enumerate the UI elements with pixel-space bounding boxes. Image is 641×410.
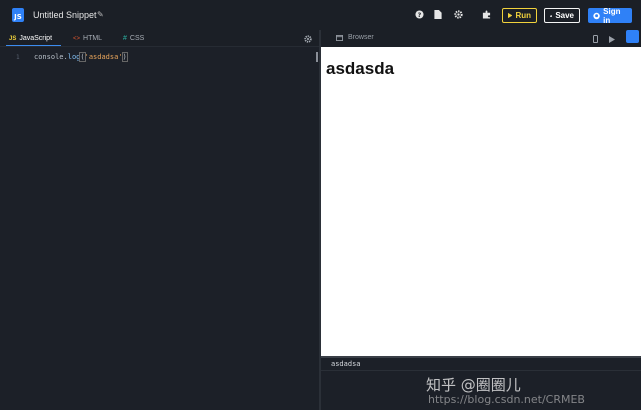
sign-in-button[interactable]: Sign in bbox=[588, 6, 632, 25]
code-editor[interactable]: 1 console.log('asdadsa') bbox=[0, 48, 319, 410]
play-icon bbox=[508, 12, 513, 19]
app-logo[interactable]: JS bbox=[12, 8, 24, 22]
save-button[interactable]: Save bbox=[544, 8, 580, 23]
js-icon: JS bbox=[9, 35, 17, 42]
browser-tab: Browser bbox=[336, 34, 374, 41]
help-icon[interactable]: ? bbox=[414, 9, 424, 19]
browser-preview[interactable]: asdasda bbox=[321, 47, 641, 356]
save-label: Save bbox=[555, 11, 574, 20]
run-preview-icon[interactable] bbox=[607, 34, 617, 44]
watermark: 知乎 @圈圈儿 bbox=[426, 376, 521, 394]
preview-heading: asdasda bbox=[326, 59, 395, 78]
code-line[interactable]: console.log('asdadsa') bbox=[34, 52, 128, 62]
tab-label: JavaScript bbox=[19, 35, 53, 42]
console-output: asdadsa bbox=[331, 360, 361, 368]
active-tab-indicator bbox=[6, 45, 61, 46]
edit-title-icon[interactable]: ✎ bbox=[97, 10, 104, 19]
puzzle-icon[interactable] bbox=[481, 9, 491, 19]
github-icon bbox=[593, 12, 600, 19]
editor-settings-icon[interactable] bbox=[303, 34, 313, 44]
browser-label: Browser bbox=[348, 34, 374, 41]
logo-text: JS bbox=[14, 13, 22, 21]
tab-html[interactable]: <> HTML bbox=[73, 30, 102, 47]
file-icon[interactable] bbox=[433, 9, 443, 19]
gear-icon[interactable] bbox=[453, 9, 463, 19]
mobile-view-icon[interactable] bbox=[590, 34, 600, 44]
floating-widget-icon[interactable] bbox=[626, 30, 639, 43]
run-label: Run bbox=[515, 11, 531, 20]
run-button[interactable]: Run bbox=[502, 8, 537, 23]
svg-text:?: ? bbox=[417, 11, 421, 18]
snippet-title[interactable]: Untitled Snippet bbox=[33, 10, 97, 20]
watermark-url: https://blog.csdn.net/CRMEB bbox=[428, 393, 585, 406]
line-number: 1 bbox=[16, 54, 20, 61]
tab-css[interactable]: # CSS bbox=[123, 30, 144, 47]
code-object: console bbox=[34, 53, 64, 61]
editor-scrollbar[interactable] bbox=[316, 52, 318, 62]
tab-label: HTML bbox=[83, 35, 103, 42]
html-icon: <> bbox=[73, 35, 81, 42]
close-paren: ) bbox=[121, 52, 128, 62]
tab-label: CSS bbox=[129, 35, 145, 42]
console-divider bbox=[321, 370, 641, 371]
sign-in-label: Sign in bbox=[603, 6, 621, 25]
code-string: 'asdadsa' bbox=[84, 53, 123, 61]
browser-icon bbox=[336, 34, 343, 41]
code-method: log bbox=[67, 53, 81, 61]
css-icon: # bbox=[123, 35, 127, 42]
cloud-icon bbox=[550, 14, 553, 17]
